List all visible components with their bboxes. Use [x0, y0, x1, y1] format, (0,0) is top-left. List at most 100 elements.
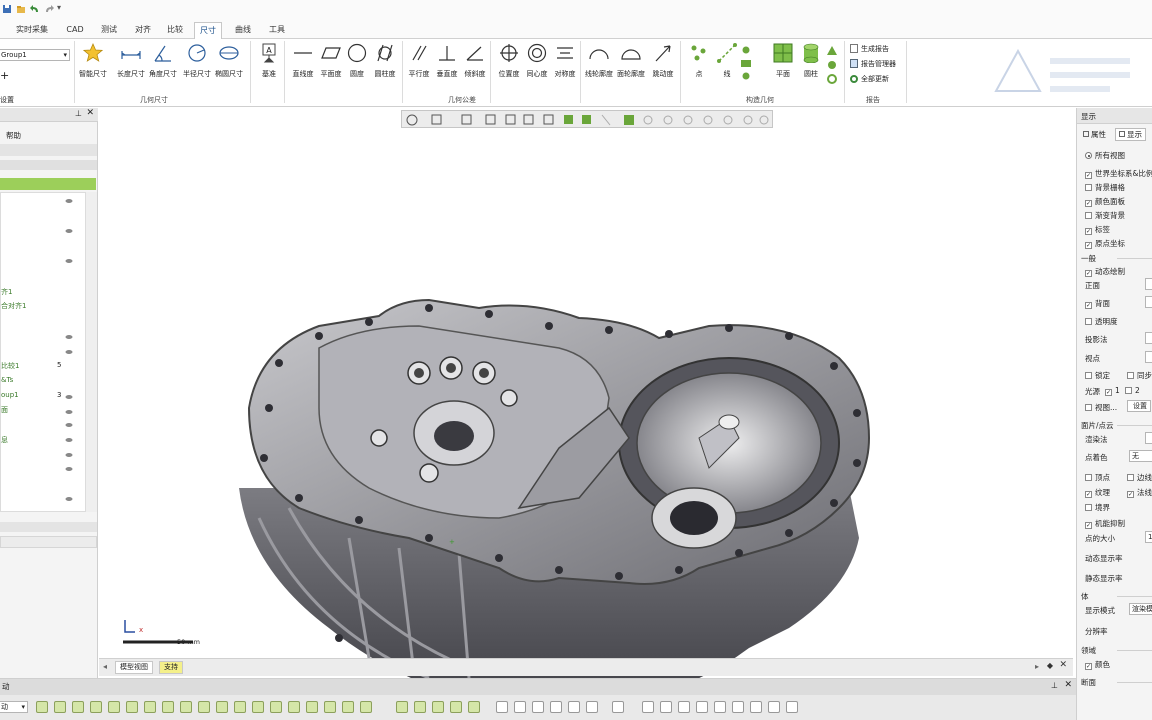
symmetry-button[interactable]: 对称度 — [548, 43, 582, 87]
tool-icon[interactable] — [216, 701, 228, 713]
tool-icon[interactable] — [750, 701, 762, 713]
tool-icon[interactable] — [714, 701, 726, 713]
light2-checkbox[interactable]: 2 — [1125, 386, 1140, 395]
tool-icon[interactable] — [660, 701, 672, 713]
view-menu-checkbox[interactable]: 视图... — [1085, 402, 1117, 413]
normal-checkbox[interactable]: ✓ 法线 — [1127, 487, 1152, 498]
tool-icon[interactable] — [396, 701, 408, 713]
tool-icon[interactable] — [468, 701, 480, 713]
tool-icon[interactable] — [768, 701, 780, 713]
display-mode-select[interactable]: 渲染模 — [1129, 603, 1152, 615]
tool-icon[interactable] — [180, 701, 192, 713]
tree-item[interactable]: 齐1 — [1, 287, 12, 297]
all-views-radio[interactable]: 所有视图 — [1085, 150, 1125, 161]
tool-icon[interactable] — [550, 701, 562, 713]
tab-dimension[interactable]: 尺寸 — [194, 22, 222, 39]
tool-icon[interactable] — [144, 701, 156, 713]
tool-icon[interactable] — [162, 701, 174, 713]
texture-checkbox[interactable]: ✓ 纹理 — [1085, 487, 1110, 498]
angularity-button[interactable]: 倾斜度 — [458, 43, 492, 87]
radius-dimension-button[interactable]: 半径尺寸 — [180, 43, 214, 87]
back-select[interactable] — [1145, 296, 1152, 308]
selected-tree-row[interactable] — [0, 178, 96, 190]
close-icon[interactable]: ✕ — [1059, 660, 1067, 670]
tool-icon[interactable] — [678, 701, 690, 713]
close-icon[interactable]: ✕ — [86, 108, 94, 118]
vertex-checkbox[interactable]: 顶点 — [1085, 472, 1110, 483]
tool-icon[interactable] — [696, 701, 708, 713]
tool-icon[interactable] — [514, 701, 526, 713]
construct-small-icons[interactable] — [740, 45, 752, 83]
tool-icon[interactable] — [234, 701, 246, 713]
tree-item[interactable]: oup1 — [1, 391, 19, 399]
tool-icon[interactable] — [414, 701, 426, 713]
tree-scrollbar[interactable] — [86, 192, 97, 512]
tab-scroll-right-icon[interactable]: ▸ — [1035, 662, 1039, 671]
render-method-select[interactable] — [1145, 432, 1152, 444]
transparency-checkbox[interactable]: 透明度 — [1085, 316, 1118, 327]
point-color-select[interactable]: 无 — [1129, 450, 1152, 462]
tab-model-view[interactable]: 模型视图 — [115, 661, 153, 674]
tool-icon[interactable] — [642, 701, 654, 713]
ellipse-dimension-button[interactable]: 椭圆尺寸 — [212, 43, 246, 87]
edge-checkbox[interactable]: 边线 — [1127, 472, 1152, 483]
tree-item[interactable]: 面 — [1, 405, 8, 415]
back-checkbox[interactable]: ✓ 背面 — [1085, 298, 1110, 309]
pin-icon[interactable]: ⊥ — [75, 109, 82, 118]
close-icon[interactable]: ✕ — [1064, 680, 1072, 690]
tool-icon[interactable] — [54, 701, 66, 713]
tool-icon[interactable] — [532, 701, 544, 713]
angle-dimension-button[interactable]: 角度尺寸 — [146, 43, 180, 87]
viewpoint-select[interactable] — [1145, 351, 1152, 363]
grid-checkbox[interactable]: 背景栅格 — [1085, 182, 1125, 193]
tab-curve[interactable]: 曲线 — [228, 22, 258, 39]
runout-button[interactable]: 跳动度 — [646, 43, 680, 87]
open-icon[interactable] — [16, 4, 26, 14]
tool-icon[interactable] — [786, 701, 798, 713]
tool-icon[interactable] — [360, 701, 372, 713]
tool-icon[interactable] — [342, 701, 354, 713]
undo-icon[interactable] — [30, 4, 40, 14]
tool-icon[interactable] — [288, 701, 300, 713]
tab-scroll-left-icon[interactable]: ◂ — [103, 662, 107, 671]
tab-compare[interactable]: 比较 — [160, 22, 190, 39]
tool-icon[interactable] — [252, 701, 264, 713]
world-axes-checkbox[interactable]: ✓ 世界坐标系&比例 — [1085, 168, 1152, 179]
tree-item[interactable]: 息 — [1, 435, 8, 445]
point-size-input[interactable]: 1 — [1145, 531, 1152, 543]
pin-icon[interactable]: ⊥ — [1051, 681, 1058, 690]
tab-display[interactable]: 显示 — [1115, 128, 1146, 141]
tool-icon[interactable] — [586, 701, 598, 713]
3d-viewport[interactable]: + x 50 mm ◂ 模型视图 支持 ▸ ◆ ✕ — [99, 108, 1073, 708]
labels-checkbox[interactable]: ✓ 标签 — [1085, 224, 1110, 235]
surface-profile-button[interactable]: 面轮廓度 — [614, 43, 648, 87]
settings-button[interactable]: 设置 — [1127, 400, 1151, 412]
tool-icon[interactable] — [198, 701, 210, 713]
pin-icon[interactable]: ◆ — [1047, 661, 1053, 670]
color-checkbox[interactable]: ✓ 颜色 — [1085, 659, 1110, 670]
tree-item[interactable]: 合对齐1 — [1, 301, 26, 311]
suppress-checkbox[interactable]: ✓ 机能抑制 — [1085, 518, 1125, 529]
tree-item[interactable]: 比较1 — [1, 361, 19, 371]
light1-checkbox[interactable]: ✓ 1 — [1105, 386, 1120, 396]
line-profile-button[interactable]: 线轮廓度 — [582, 43, 616, 87]
quick-access-dropdown-icon[interactable]: ▾ — [57, 3, 61, 12]
group-dropdown[interactable]: Group1 ▾ — [0, 49, 70, 61]
generate-report-button[interactable]: 生成报告 — [850, 44, 889, 54]
gearbox-housing-model[interactable]: + — [229, 208, 959, 720]
view-toolbar-icons[interactable] — [402, 111, 774, 129]
mode-select[interactable]: 动 ▾ — [0, 701, 28, 713]
line-button[interactable]: 线 — [710, 43, 744, 87]
dynamic-draw-checkbox[interactable]: ✓ 动态绘制 — [1085, 266, 1125, 277]
tool-icon[interactable] — [36, 701, 48, 713]
smart-dimension-button[interactable]: 智能尺寸 — [76, 43, 110, 87]
tab-support[interactable]: 支持 — [159, 661, 183, 674]
tree-item[interactable]: &Ts — [1, 376, 13, 384]
color-panel-checkbox[interactable]: ✓ 颜色面板 — [1085, 196, 1125, 207]
tab-tools[interactable]: 工具 — [262, 22, 292, 39]
update-all-button[interactable]: 全部更新 — [850, 74, 889, 84]
tool-icon[interactable] — [108, 701, 120, 713]
tool-icon[interactable] — [732, 701, 744, 713]
origin-axes-checkbox[interactable]: ✓ 原点坐标 — [1085, 238, 1125, 249]
tool-icon[interactable] — [612, 701, 624, 713]
